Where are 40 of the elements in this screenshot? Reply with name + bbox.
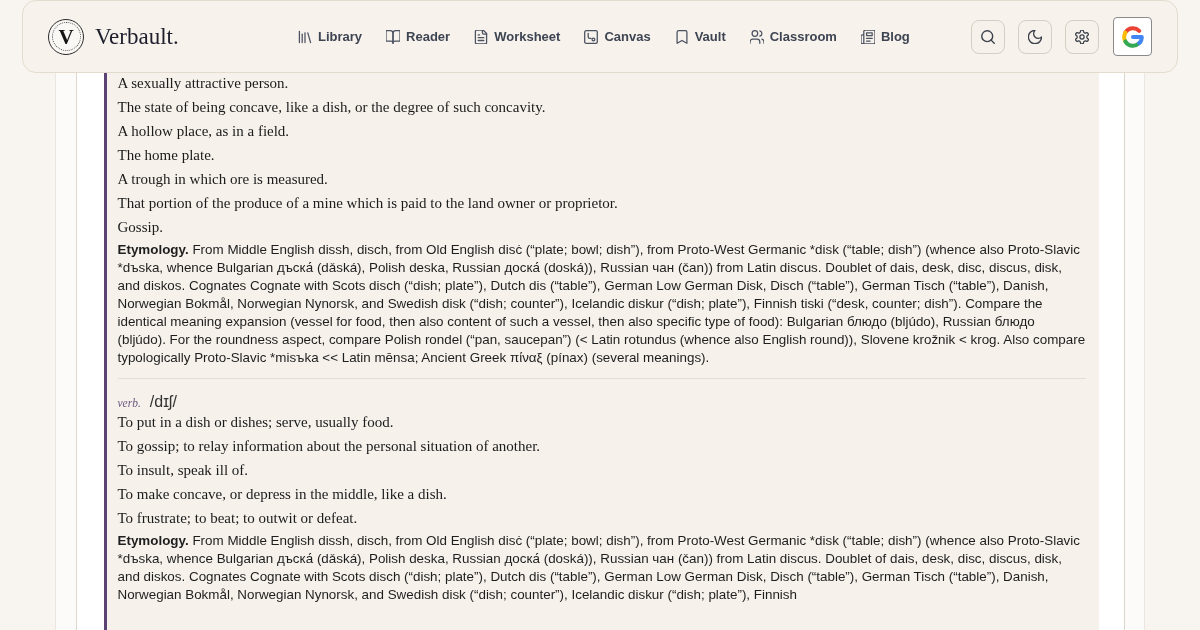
document-icon <box>474 29 489 44</box>
definition-text: That portion of the produce of a mine which is paid to the land owner or proprietor. <box>117 194 619 213</box>
frame-icon <box>584 29 599 44</box>
users-icon <box>749 29 764 44</box>
pronunciation-text: /dɪʃ/ <box>149 392 177 412</box>
settings-icon <box>1075 29 1089 44</box>
nav-link[interactable]: Worksheet <box>474 29 561 44</box>
definition-text: The home plate. <box>117 146 216 165</box>
moon-icon <box>1028 29 1042 44</box>
part-of-speech-label: verb. <box>117 396 141 411</box>
search-button[interactable] <box>971 19 1005 54</box>
etymology-text: Etymology. From Middle English dissh, disch, from Old English disċ (“plate; bowl; dish”), from Proto-West Germanic *disk (“table; dish”) (whence also Proto-Slavic *dъska, whence Bulgarian дъска́ (dǎská), Polish deska, Russian доска́ (doská)), Russian чан (čan)) from Latin discus. Doublet of dais, desk, disc, discus, disk, and diskos. Cognates Cognate with Scots disch (“dish; plate”), Dutch dis (“table”), German Low German Disk, Disch (“table”), German Tisch (“table”), Danish, Norwegian Bokmål, Norwegian Nynorsk, and Swedish disk (“dish; counter”), Icelandic diskur (“dish; plate”), Finnish tiski (“desk, counter; dish”). Compare the identical meaning expansion (vessel for food, then also content of such a vessel, then also specific type of food): Bulgarian блюдо (bljúdo), Russian блюдо (bljúdo). For the roundness aspect, compare Polish rondel (“pan, saucepan”) (< Latin rotundus (whence also English round)), Slovene krožnik < krog. Also compare typologically Proto-Slavic *misъka << Latin mēnsa; Ancient Greek πίναξ (pínax) (several meanings). <box>117 241 1086 367</box>
definition-text: A hollow place, as in a field. <box>117 122 291 141</box>
nav-link[interactable]: Canvas <box>584 29 651 44</box>
sign-in-button[interactable] <box>1113 17 1152 56</box>
g-logo-icon <box>1121 25 1144 48</box>
definition-text: To make concave, or depress in the middle, like a dish. <box>117 485 448 504</box>
nav-link[interactable]: Blog <box>860 29 910 44</box>
definition-text: To insult, speak ill of. <box>117 461 250 480</box>
nav-link[interactable]: Classroom <box>749 29 837 44</box>
definition-text: A sexually attractive person. <box>117 74 290 93</box>
etymology-text: Etymology. From Middle English dissh, disch, from Old English disċ (“plate; bowl; dish”), from Proto-West Germanic *disk (“table; dish”) (whence also Proto-Slavic *dъska, whence Bulgarian дъска́ (dǎská), Polish deska, Russian доска́ (doská)), Russian чан (čan)) from Latin discus. Doublet of dais, desk, disc, discus, disk, and diskos. Cognates Cognate with Scots disch (“dish; plate”), Dutch dis (“table”), German Low German Disk, Disch (“table”), German Tisch (“table”), Danish, Norwegian Bokmål, Norwegian Nynorsk, and Swedish disk (“dish; counter”), Icelandic diskur (“dish; plate”), Finnish <box>117 532 1081 604</box>
site-title: Verbault. <box>95 23 179 50</box>
nav-link[interactable]: Library <box>298 29 363 44</box>
newspaper-icon <box>860 29 875 44</box>
definition-text: To put in a dish or dishes; serve, usually food. <box>117 413 395 432</box>
search-icon <box>981 29 995 44</box>
nav-link[interactable]: Reader <box>386 29 451 44</box>
settings-button[interactable] <box>1065 19 1099 54</box>
definition-text: The state of being concave, like a dish, or the degree of such concavity. <box>117 98 547 117</box>
definition-text: To frustrate; to beat; to outwit or defeat. <box>117 509 359 528</box>
nav-link[interactable]: Vault <box>674 29 726 44</box>
definition-text: Gossip. <box>117 218 164 237</box>
books-icon <box>298 29 312 44</box>
bookmark-icon <box>674 29 689 44</box>
logo-emblem: V <box>48 18 84 55</box>
theme-toggle-button[interactable] <box>1018 19 1052 54</box>
definition-text: To gossip; to relay information about the personal situation of another. <box>117 437 542 456</box>
definition-text: A trough in which ore is measured. <box>117 170 329 189</box>
book-icon <box>386 29 401 44</box>
